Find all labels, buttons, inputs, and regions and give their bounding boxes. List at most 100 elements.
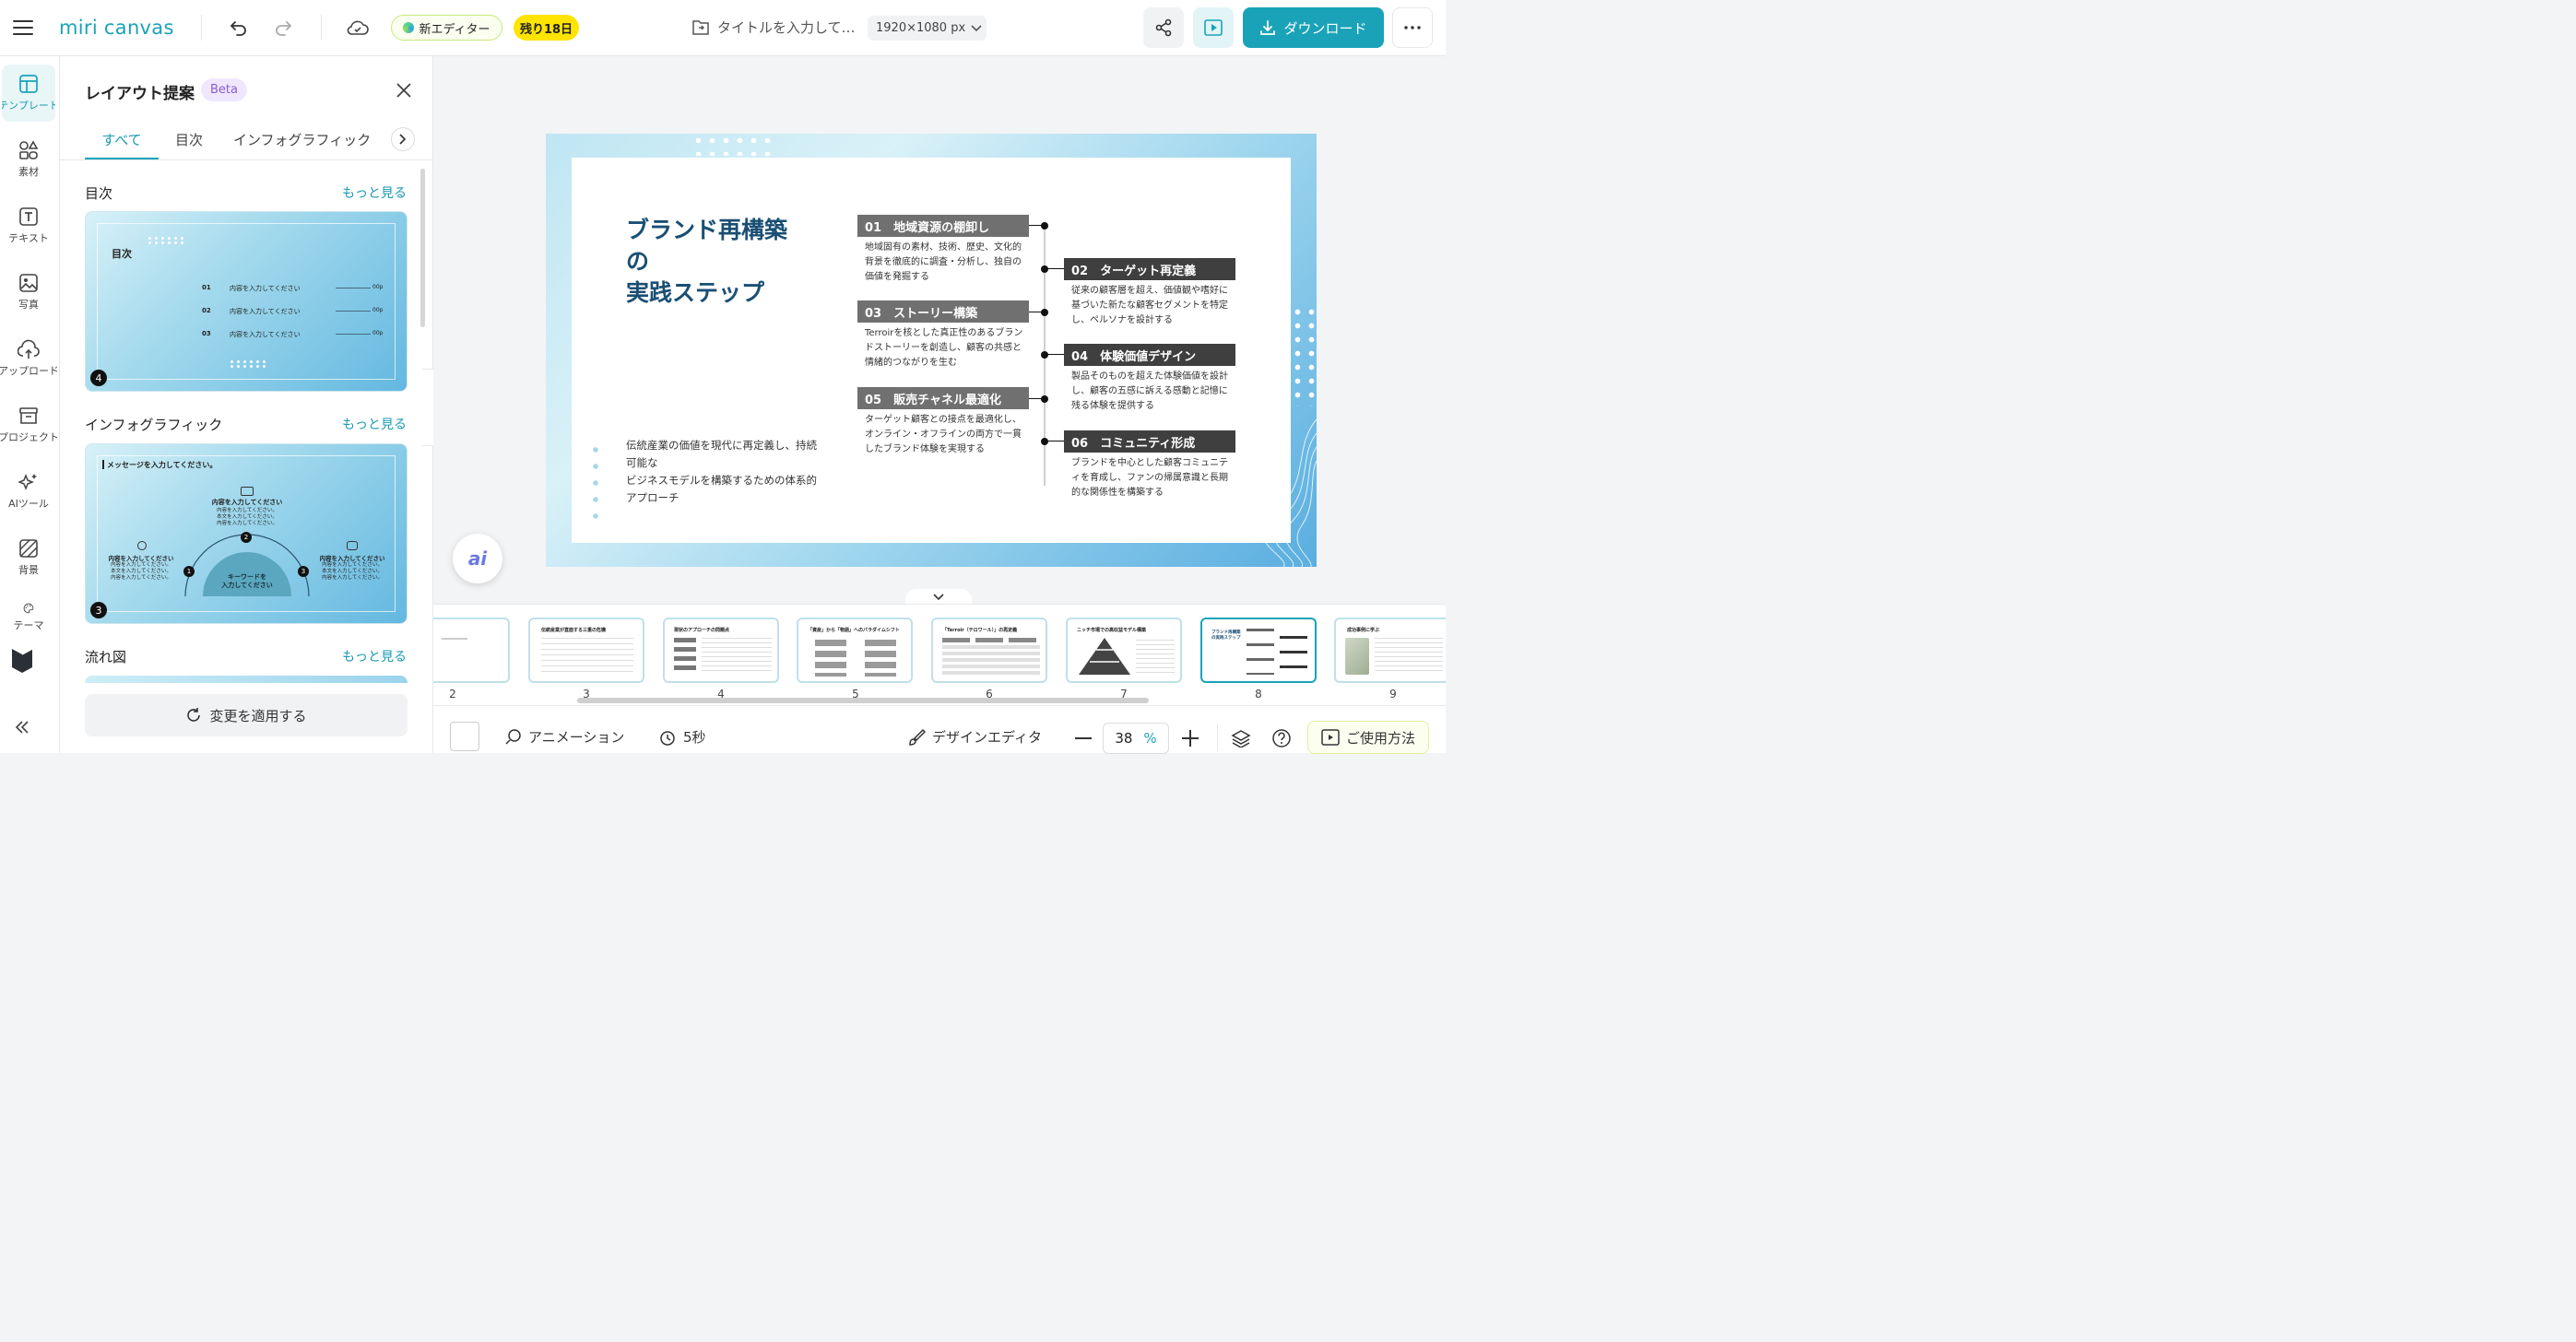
rail-item-ai-tool[interactable]: AIツール [0,463,57,520]
rail-item-background[interactable]: 背景 [0,529,57,586]
step-desc-line: 価値を発掘する [865,272,929,282]
zoom-unit: % [1143,730,1157,747]
see-more-flowchart-link[interactable]: もっと見る [342,647,407,665]
share-button[interactable] [1143,7,1184,48]
right-lines: 内容を入力してください。 本文を入力してください。 内容を入力してください。 [314,562,390,582]
layout-suggestion-panel: レイアウト提案 Beta すべて 目次 インフォグラフィック 目次 もっと見る … [60,56,433,753]
help-icon[interactable] [1270,727,1293,749]
step-desc-line: 的な関係性を構築する [1071,488,1164,498]
new-editor-badge[interactable]: 新エディター [391,15,502,41]
thumb-image [1345,638,1369,675]
slide-title-line: の [626,248,650,275]
duration-button[interactable]: 5秒 [658,727,706,747]
redo-icon[interactable] [269,15,297,41]
layout-card-infographic[interactable]: メッセージを入力してください。 内容を入力してください 内容を入力してください。… [85,443,408,624]
filmstrip-scrollbar[interactable] [577,698,1149,703]
download-button[interactable]: ダウンロード [1243,7,1384,48]
see-more-infographic-link[interactable]: もっと見る [342,415,407,433]
page-thumbnail[interactable]: 「Terroir（テロワール）」の再定義 [931,618,1047,683]
timeline-dot [1041,222,1048,230]
rail-item-project[interactable]: プロジェクト [0,396,57,453]
download-label: ダウンロード [1283,19,1367,37]
step-card[interactable]: 05 販売チャネル最適化 ターゲット顧客との接点を最適化し、 オンライン・オフライ… [857,387,1029,457]
template-icon [19,75,38,93]
step-label: 02 ターゲット再定義 [1064,258,1235,280]
thumb-title: 成功事例に学ぶ [1347,628,1380,633]
background-color-swatch[interactable] [450,722,479,751]
page-thumbnail[interactable]: 伝統産業が直面する三重の危機 [528,618,644,683]
thumb-title: ニッチ市場での高収益モデル構築 [1077,628,1147,633]
hamburger-menu-icon[interactable] [9,15,37,41]
rail-item-template[interactable]: テンプレート [2,65,55,122]
toc-row: 03 内容を入力してください 00p [202,330,383,353]
layers-icon[interactable] [1230,727,1252,749]
card-message: メッセージを入力してください。 [107,461,218,469]
zoom-in-button[interactable] [1180,728,1200,748]
tab-toc[interactable]: 目次 [167,130,211,149]
right-line: 本文を入力してください。 [322,569,383,574]
step-marker: 1 [183,566,195,577]
see-more-toc-link[interactable]: もっと見る [342,183,407,202]
step-card[interactable]: 01 地域資源の棚卸し 地域固有の素材、技術、歴史、文化的 背景を徹底的に調査・分… [857,215,1029,285]
more-options-button[interactable] [1392,7,1433,48]
rail-item-photo[interactable]: 写真 [0,264,57,321]
tabs-next-button[interactable] [391,127,415,151]
page-thumbnail[interactable]: ニッチ市場での高収益モデル構築 [1066,618,1182,683]
app-logo[interactable]: miri canvas [59,14,174,41]
document-title-input[interactable]: タイトルを入力して… [717,18,856,37]
design-editor-button[interactable]: デザインエディタ [907,727,1042,747]
top-header: miri canvas 新エディター 残り18日 タイトルを入力して… 1920… [0,0,1446,56]
timeline-dot [1041,395,1048,403]
page-count-badge: 3 [90,602,107,618]
tab-all[interactable]: すべて [85,130,159,159]
brand-kit-icon[interactable] [8,643,36,677]
step-card[interactable]: 06 コミュニティ形成 ブランドを中心とした顧客コミュニテ ィを育成し、ファンの帰… [1064,430,1235,500]
present-button[interactable] [1193,7,1234,48]
slide-subtitle[interactable]: 伝統産業の価値を現代に再定義し、持続 可能な ビジネスモデルを構築するための体系… [626,437,817,507]
undo-icon[interactable] [225,15,253,41]
step-label: 01 地域資源の棚卸し [857,215,1029,237]
page-thumbnail[interactable]: 「資産」から「物語」へのパラダイムシフト [797,618,913,683]
brush-icon [909,728,926,746]
rail-label: 背景 [18,564,39,576]
collapse-rail-icon[interactable] [9,714,35,740]
divider [321,15,322,41]
layout-card-toc[interactable]: 目次 01 内容を入力してください 00p 02 内容を入力してください 00p… [85,211,408,392]
zoom-out-button[interactable] [1073,728,1093,748]
page-thumbnail[interactable] [433,618,510,683]
trial-badge[interactable]: 残り18日 [514,15,579,41]
page-number: 8 [1255,688,1262,700]
panel-scrollbar[interactable] [420,169,425,327]
zoom-input[interactable]: 38 % [1103,723,1169,754]
left-lines: 内容を入力してください。 本文を入力してください。 内容を入力してください。 [104,562,178,582]
canvas-size-label: 1920×1080 px [876,21,966,35]
step-card[interactable]: 02 ターゲット再定義 従来の顧客層を超え、価値観や嗜好に 基づいた新たな顧客セグ… [1064,258,1235,328]
apply-changes-button[interactable]: 変更を適用する [85,694,408,736]
cloud-save-icon[interactable] [343,15,372,41]
page-count-badge: 4 [90,370,107,386]
rail-item-theme[interactable]: テーマ [0,595,57,632]
animation-button[interactable]: アニメーション [503,727,624,747]
toc-num: 01 [202,284,211,291]
thumb-bars [1247,629,1274,675]
slide[interactable]: ブランド再構築 の 実践ステップ 伝統産業の価値を現代に再定義し、持続 可能な … [546,134,1317,567]
how-to-use-button[interactable]: ご使用方法 [1307,721,1430,754]
project-icon [19,407,38,424]
thumb-title: 現状のアプローチの問題点 [674,628,730,633]
step-card[interactable]: 04 体験価値デザイン 製品そのものを超えた体験価値を設計 し、顧客の五感に訴える… [1064,344,1235,414]
close-icon[interactable] [392,78,416,102]
rail-item-upload[interactable]: アップロード [0,330,57,387]
slide-title[interactable]: ブランド再構築 の 実践ステップ [626,215,787,309]
page-thumbnail-selected[interactable]: ブランド再構築の実践ステップ [1200,618,1317,683]
center-line: 内容を入力してください。 [217,508,278,513]
apply-label: 変更を適用する [209,707,307,724]
rail-item-elements[interactable]: 素材 [0,131,57,188]
ai-assistant-button[interactable]: ai [453,534,502,583]
step-label: 05 販売チャネル最適化 [857,387,1029,409]
page-thumbnail[interactable]: 成功事例に学ぶ [1334,618,1446,683]
canvas-size-select[interactable]: 1920×1080 px [868,16,987,41]
page-thumbnail[interactable]: 現状のアプローチの問題点 [663,618,779,683]
tab-infographic[interactable]: インフォグラフィック [233,130,371,149]
rail-item-text[interactable]: テキスト [0,197,57,254]
step-card[interactable]: 03 ストーリー構築 Terroirを核とした真正性のあるブラン ドストーリーを創… [857,300,1029,371]
